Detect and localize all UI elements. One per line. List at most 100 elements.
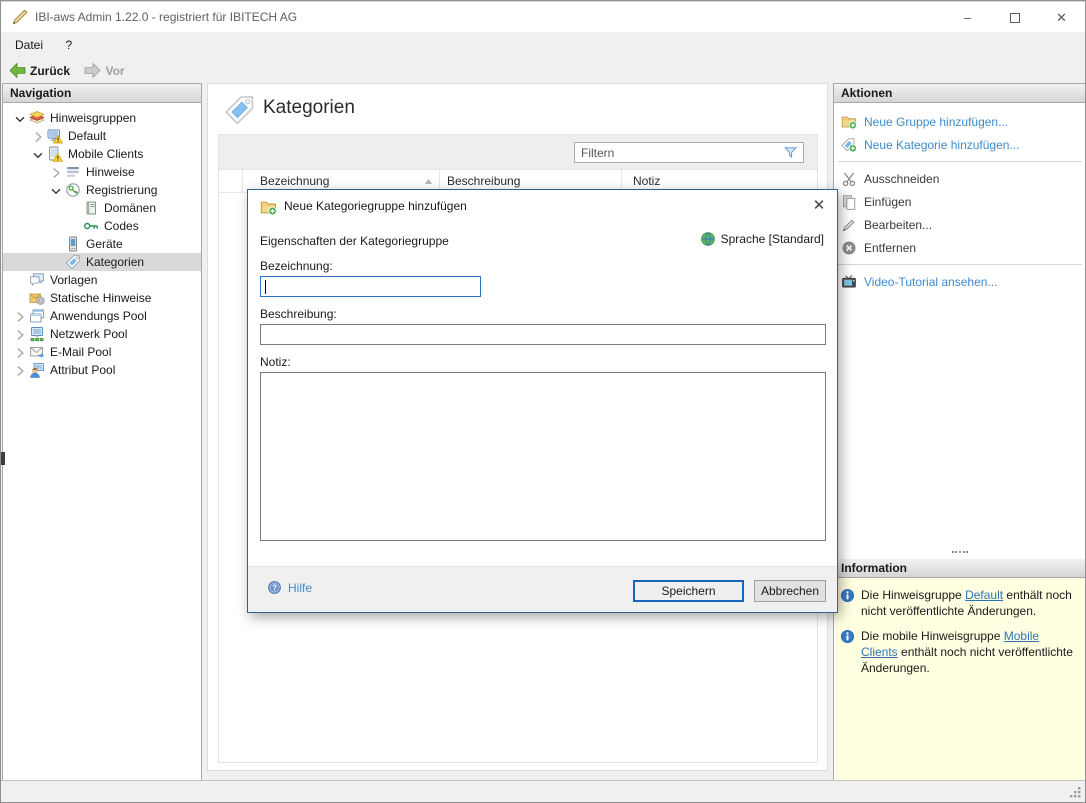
info-icon (840, 588, 855, 603)
maximize-button[interactable] (991, 2, 1038, 33)
panel-splitter[interactable] (834, 544, 1085, 559)
titlebar: IBI-aws Admin 1.22.0 - registriert für I… (1, 1, 1085, 32)
page-title: Kategorien (263, 97, 355, 118)
help-link[interactable]: ? Hilfe (267, 580, 312, 595)
tree-item-anwendungs-pool[interactable]: Anwendungs Pool (3, 307, 201, 325)
chevron-down-icon[interactable] (29, 146, 47, 162)
resize-grip-icon[interactable] (1069, 786, 1082, 799)
scissors-icon (841, 171, 857, 187)
chevron-right-icon[interactable] (29, 128, 47, 144)
tree-item-kategorien[interactable]: Kategorien (3, 253, 201, 271)
back-label: Zurück (30, 63, 71, 78)
info-text: Die Hinweisgruppe Default enthält noch n… (861, 587, 1077, 619)
tree-item-registrierung[interactable]: Registrierung (3, 181, 201, 199)
tree-item-label: Mobile Clients (68, 147, 144, 161)
folder-add-icon (260, 199, 277, 216)
tree-item-codes[interactable]: Codes (3, 217, 201, 235)
tree-item-mobile-clients[interactable]: Mobile Clients (3, 145, 201, 163)
splitter-grip-icon (951, 550, 968, 553)
tree-item-default[interactable]: Default (3, 127, 201, 145)
tree-item-hinweisgruppen[interactable]: Hinweisgruppen (3, 109, 201, 127)
dialog-section-label: Eigenschaften der Kategoriegruppe (260, 234, 449, 248)
action-neue-gruppe-hinzufügen[interactable]: Neue Gruppe hinzufügen... (834, 110, 1085, 133)
actions-divider (838, 264, 1082, 265)
tree-item-label: Statische Hinweise (50, 291, 152, 305)
svg-text:?: ? (272, 583, 277, 592)
tag-icon (65, 254, 81, 270)
beschreibung-label: Beschreibung: (260, 307, 337, 321)
tag-add-icon (841, 137, 857, 153)
chevron-right-icon[interactable] (11, 326, 29, 342)
language-selector[interactable]: Sprache [Standard] (700, 231, 824, 247)
sort-asc-icon (424, 177, 433, 186)
tree-item-label: Netzwerk Pool (50, 327, 128, 341)
tree-item-domänen[interactable]: Domänen (3, 199, 201, 217)
action-bearbeiten[interactable]: Bearbeiten... (834, 213, 1085, 236)
chevron-right-icon[interactable] (11, 344, 29, 360)
actions-header: Aktionen (834, 84, 1085, 103)
info-link-default[interactable]: Default (965, 588, 1003, 602)
video-icon (841, 274, 857, 290)
actions-divider (838, 161, 1082, 162)
dialog-close-button[interactable]: ✕ (809, 196, 829, 216)
beschreibung-field[interactable] (260, 324, 826, 345)
tablet-warning-icon (47, 146, 64, 162)
right-column: Aktionen Neue Gruppe hinzufügen... Neue K… (833, 83, 1085, 781)
menu-datei[interactable]: Datei (6, 32, 52, 58)
chevron-down-icon[interactable] (11, 110, 29, 126)
tree-item-label: Attribut Pool (50, 363, 116, 377)
chevron-right-icon[interactable] (11, 362, 29, 378)
tree-item-netzwerk-pool[interactable]: Netzwerk Pool (3, 325, 201, 343)
tree-item-label: Geräte (86, 237, 123, 251)
chevron-down-icon[interactable] (47, 182, 65, 198)
chevron-right-icon[interactable] (11, 308, 29, 324)
column-selector[interactable] (219, 170, 243, 192)
action-ausschneiden[interactable]: Ausschneiden (834, 167, 1085, 190)
save-button[interactable]: Speichern (633, 580, 744, 602)
email-pool-icon (29, 344, 45, 360)
action-video-tutorial-ansehen[interactable]: Video-Tutorial ansehen... (834, 270, 1085, 293)
navigation-panel: Navigation Hinweisgruppen Default Mobile C… (2, 83, 202, 781)
notiz-field[interactable] (260, 372, 826, 541)
new-category-group-dialog: Neue Kategoriegruppe hinzufügen ✕ Eigens… (247, 189, 838, 613)
collapsed-panel-grip[interactable] (1, 452, 5, 465)
tree-item-e-mail-pool[interactable]: E-Mail Pool (3, 343, 201, 361)
remove-icon (841, 240, 857, 256)
forward-button[interactable]: Vor (79, 58, 129, 83)
tree-item-statische-hinweise[interactable]: Statische Hinweise (3, 289, 201, 307)
monitor-warning-icon (47, 128, 64, 144)
device-icon (65, 236, 81, 252)
filter-strip (219, 135, 817, 170)
action-einfügen[interactable]: Einfügen (834, 190, 1085, 213)
action-neue-kategorie-hinzufügen[interactable]: Neue Kategorie hinzufügen... (834, 133, 1085, 156)
tree-item-vorlagen[interactable]: Vorlagen (3, 271, 201, 289)
chevron-right-icon[interactable] (47, 164, 65, 180)
paste-icon (841, 194, 857, 210)
app-logo-icon (11, 8, 29, 26)
action-label: Einfügen (864, 194, 912, 209)
action-entfernen[interactable]: Entfernen (834, 236, 1085, 259)
help-icon: ? (267, 580, 282, 595)
tree-item-attribut-pool[interactable]: Attribut Pool (3, 361, 201, 379)
tree-item-label: Hinweise (86, 165, 135, 179)
menu-help[interactable]: ? (56, 32, 81, 58)
bezeichnung-field[interactable] (260, 276, 481, 297)
filter-input[interactable] (575, 145, 783, 160)
minimize-button[interactable]: – (944, 2, 991, 33)
cancel-button[interactable]: Abbrechen (754, 580, 826, 602)
hint-stack-icon (29, 110, 45, 126)
tree-item-label: Vorlagen (50, 273, 98, 287)
back-button[interactable]: Zurück (4, 58, 75, 83)
tree-item-hinweise[interactable]: Hinweise (3, 163, 201, 181)
close-button[interactable]: ✕ (1038, 2, 1085, 33)
navigation-header: Navigation (3, 84, 201, 103)
chevron-right-icon (11, 344, 29, 362)
static-notes-icon (29, 290, 45, 306)
tree-item-geräte[interactable]: Geräte (3, 235, 201, 253)
tree-item-label: Codes (104, 219, 139, 233)
text-caret (265, 280, 266, 294)
filter-icon[interactable] (783, 145, 798, 160)
